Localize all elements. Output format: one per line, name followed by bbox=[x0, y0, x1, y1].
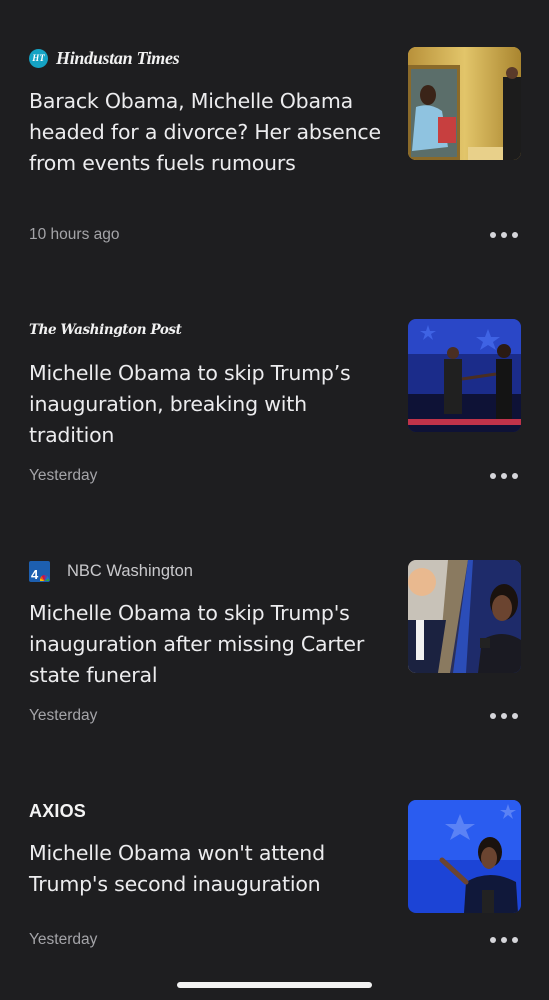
article-time: Yesterday bbox=[29, 707, 98, 724]
article-headline[interactable]: Michelle Obama won't attend Trump's seco… bbox=[29, 838, 384, 900]
source-name: NBC Washington bbox=[67, 561, 193, 580]
article-card[interactable]: AXIOS Michelle Obama won't attend Trump'… bbox=[0, 750, 549, 980]
more-options-icon[interactable] bbox=[490, 469, 518, 483]
nbc-logo-icon: 4 bbox=[29, 560, 50, 582]
ht-logo-icon: HT bbox=[29, 48, 48, 68]
article-card[interactable]: HT Hindustan Times Barack Obama, Michell… bbox=[0, 0, 549, 243]
article-headline[interactable]: Michelle Obama to skip Trump’s inaugurat… bbox=[29, 358, 384, 451]
article-thumbnail[interactable] bbox=[408, 800, 521, 913]
more-options-icon[interactable] bbox=[490, 709, 518, 723]
article-time: Yesterday bbox=[29, 467, 98, 484]
source-nbc-washington: 4 NBC Washington bbox=[29, 560, 193, 582]
article-time: 10 hours ago bbox=[29, 226, 120, 243]
article-thumbnail[interactable] bbox=[408, 560, 521, 673]
article-headline[interactable]: Barack Obama, Michelle Obama headed for … bbox=[29, 86, 384, 179]
home-indicator[interactable] bbox=[177, 982, 372, 988]
article-card[interactable]: 4 NBC Washington Michelle Obama to skip … bbox=[0, 510, 549, 740]
article-thumbnail[interactable] bbox=[408, 319, 521, 432]
more-options-icon[interactable] bbox=[490, 228, 518, 242]
article-headline[interactable]: Michelle Obama to skip Trump's inaugurat… bbox=[29, 598, 384, 691]
more-options-icon[interactable] bbox=[490, 933, 518, 947]
article-card[interactable]: The Washington Post Michelle Obama to sk… bbox=[0, 270, 549, 500]
article-thumbnail[interactable] bbox=[408, 47, 521, 160]
article-time: Yesterday bbox=[29, 931, 98, 948]
source-hindustan-times: HT Hindustan Times bbox=[29, 47, 180, 69]
source-name: The Washington Post bbox=[29, 322, 182, 338]
source-washington-post: The Washington Post bbox=[29, 319, 182, 341]
source-name: Hindustan Times bbox=[56, 47, 180, 68]
source-name: AXIOS bbox=[29, 800, 87, 821]
source-axios: AXIOS bbox=[29, 800, 86, 822]
